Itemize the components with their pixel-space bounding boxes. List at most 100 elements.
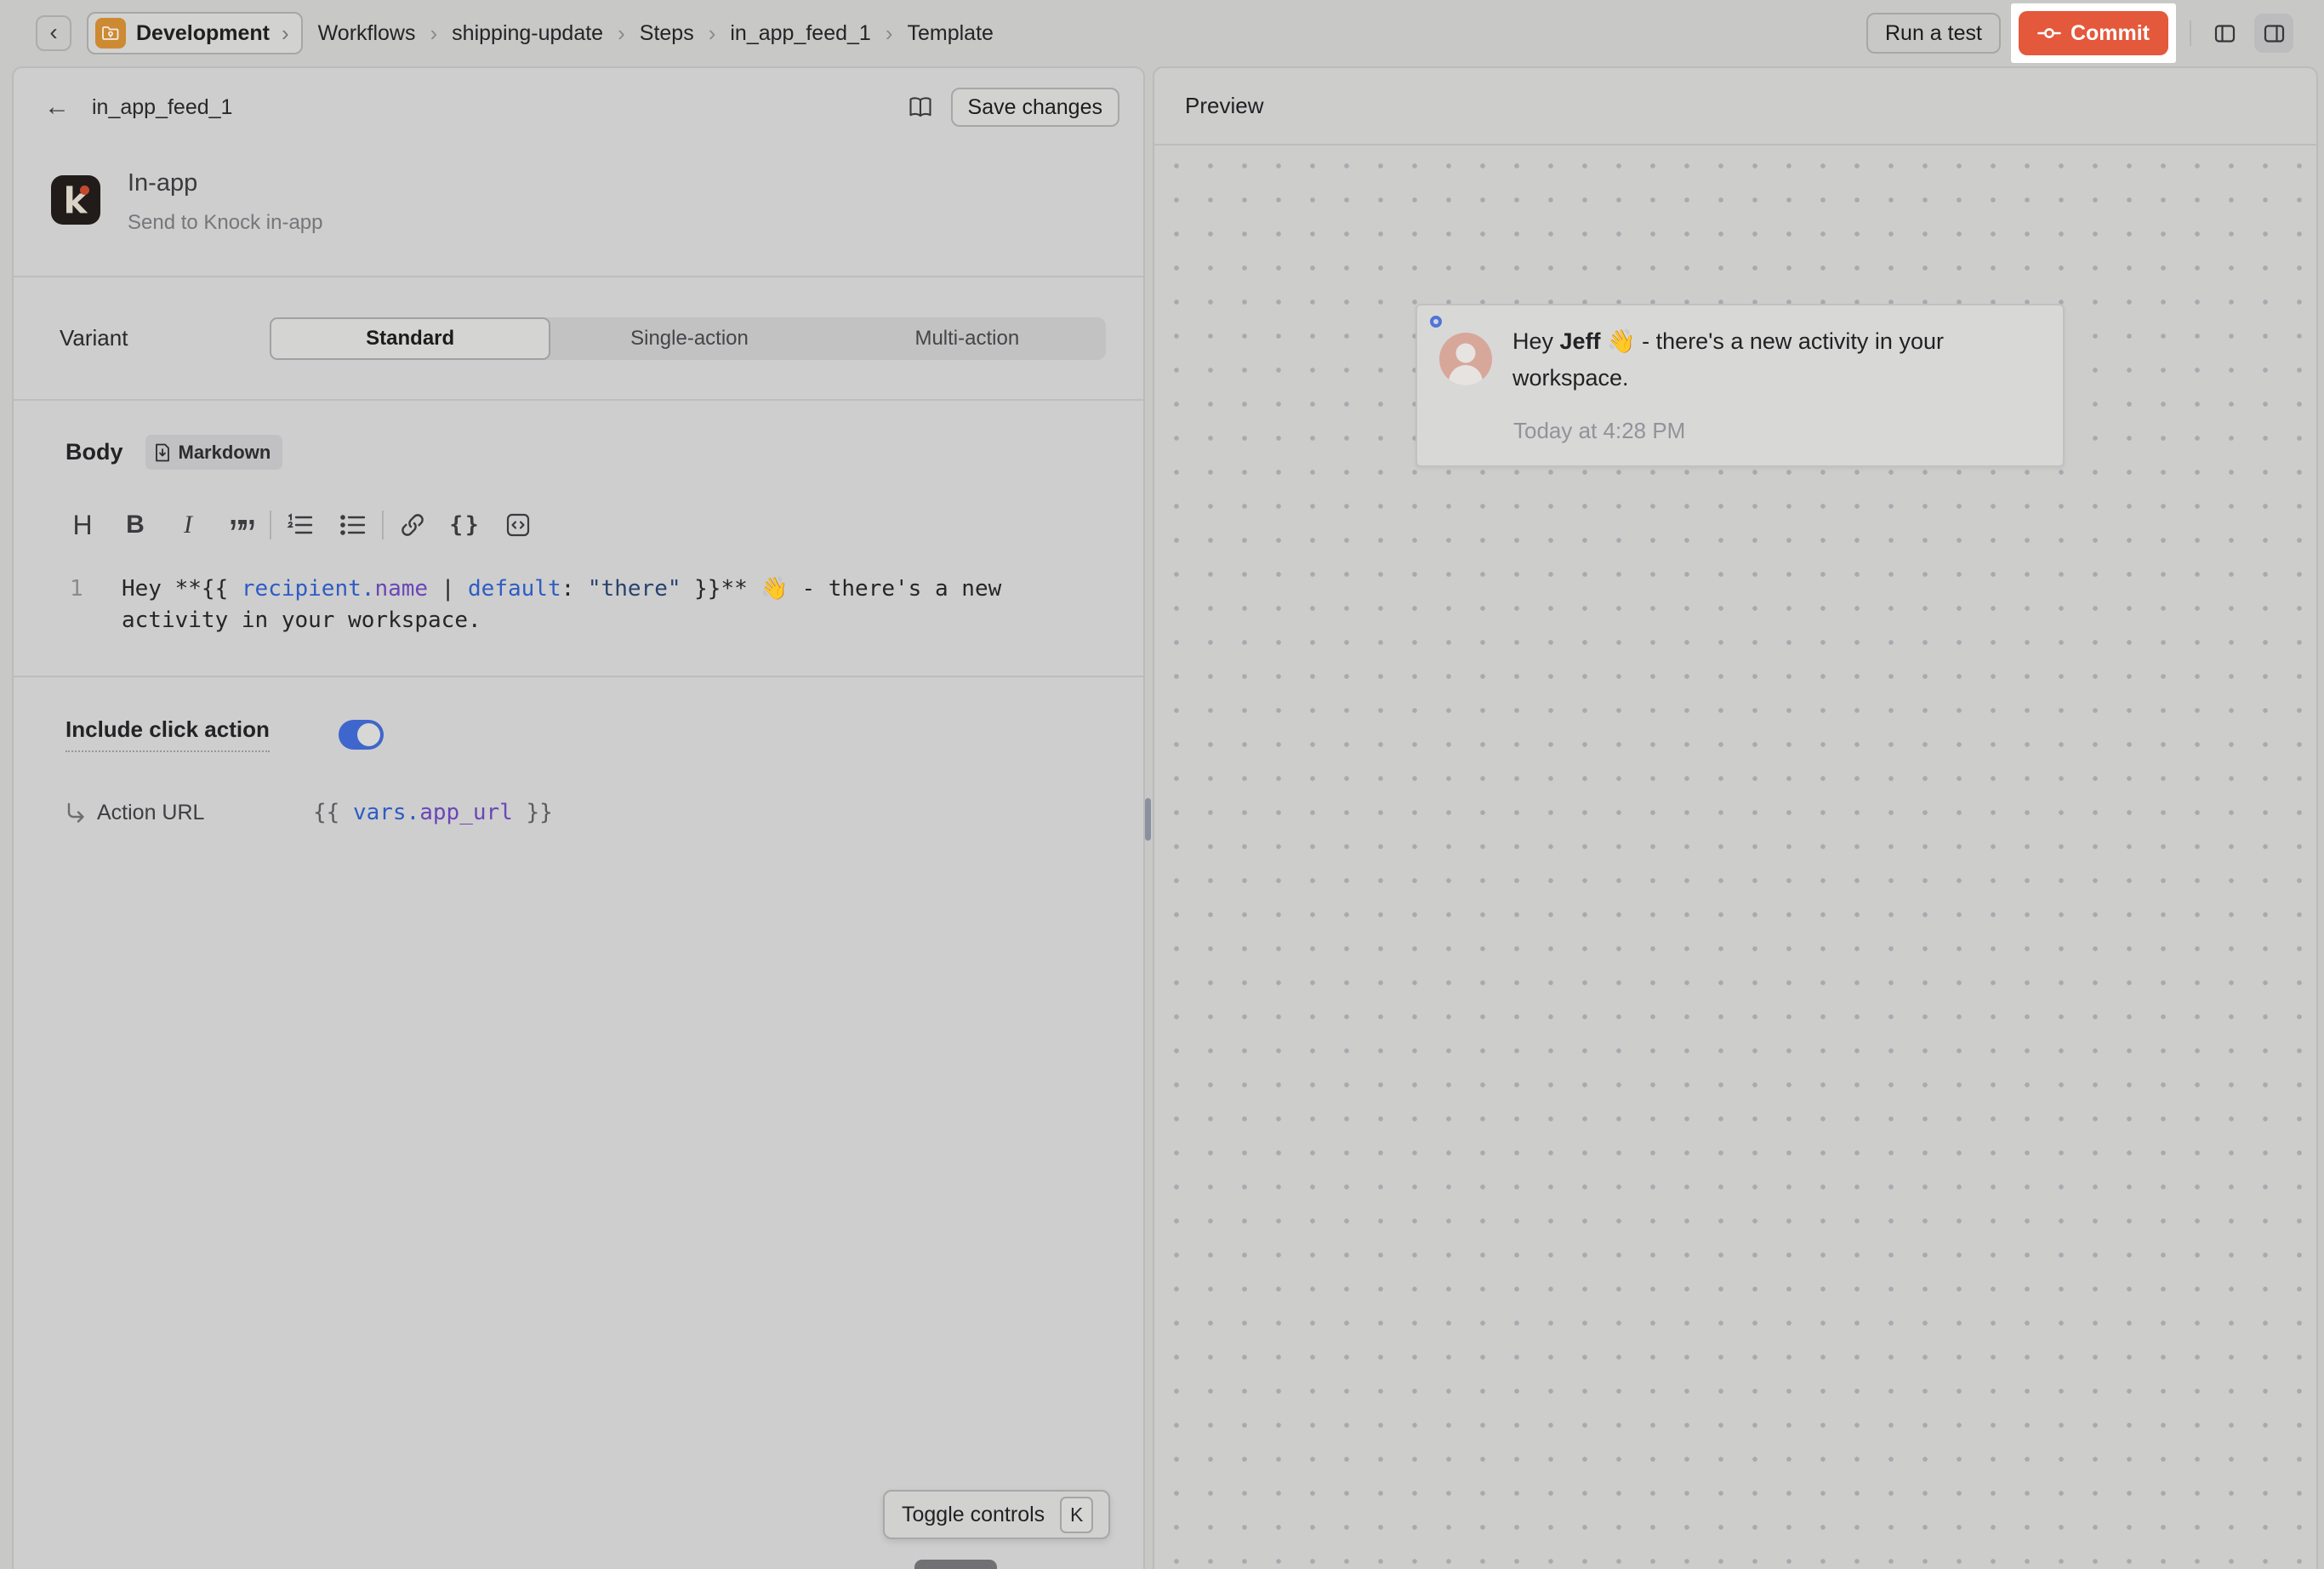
markdown-file-icon	[154, 442, 171, 463]
toolbar-divider	[2190, 20, 2191, 46]
breadcrumb-separator: ›	[886, 20, 893, 47]
variant-option-label: Multi-action	[914, 327, 1019, 351]
code-token: |	[428, 576, 468, 602]
code-token: name	[374, 576, 428, 602]
commit-label: Commit	[2071, 21, 2150, 46]
notification-message: Hey Jeff 👋 - there's a new activity in y…	[1512, 323, 2014, 397]
message-prefix: Hey	[1512, 328, 1560, 354]
corner-down-right-arrow-icon	[66, 802, 97, 824]
avatar	[1439, 333, 1492, 385]
top-bar: ‹ Development › Workflows › shipping-upd…	[0, 0, 2324, 66]
channel-title: In-app	[128, 169, 323, 197]
layout-right-panel-icon	[2263, 22, 2286, 45]
breadcrumb-separator: ›	[430, 20, 438, 47]
unread-indicator	[1430, 316, 1442, 328]
run-a-test-button[interactable]: Run a test	[1866, 13, 2001, 54]
variant-label: Variant	[60, 325, 270, 351]
action-url-value[interactable]: {{ vars.app_url }}	[313, 800, 553, 825]
breadcrumb-template[interactable]: Template	[908, 21, 994, 46]
bottom-tooltip-partial	[914, 1560, 997, 1569]
body-editor-section: Body Markdown H B I ””	[14, 401, 1143, 676]
variable-braces-icon[interactable]: {}	[439, 507, 492, 543]
breadcrumb: Workflows › shipping-update › Steps › in…	[318, 20, 994, 47]
commit-icon	[2037, 26, 2061, 40]
link-icon[interactable]	[386, 507, 439, 543]
code-block-icon[interactable]	[492, 507, 544, 543]
italic-icon[interactable]: I	[162, 507, 214, 543]
body-label: Body	[66, 439, 123, 465]
variant-option-label: Single-action	[630, 327, 749, 351]
chevron-right-icon: ›	[280, 20, 291, 47]
toggle-controls-button[interactable]: Toggle controls K	[883, 1490, 1110, 1539]
back-arrow-icon[interactable]: ←	[44, 94, 70, 120]
save-changes-label: Save changes	[968, 95, 1102, 120]
ordered-list-icon[interactable]	[274, 507, 327, 543]
preview-header: Preview	[1154, 68, 2316, 145]
notification-timestamp: Today at 4:28 PM	[1513, 418, 1685, 444]
variant-option-label: Standard	[366, 327, 454, 351]
editor-panel-header: ← in_app_feed_1 Save changes	[14, 68, 1143, 146]
knock-template-editor-window: { "topbar": { "back_icon": "‹", "environ…	[0, 0, 2324, 1569]
preview-title: Preview	[1185, 93, 1263, 119]
breadcrumb-workflow-name[interactable]: shipping-update	[452, 21, 603, 46]
breadcrumb-step-name[interactable]: in_app_feed_1	[730, 21, 870, 46]
body-code-editor[interactable]: 1 Hey **{{ recipient.name | default: "th…	[14, 573, 1143, 636]
heading-icon[interactable]: H	[56, 507, 109, 543]
toggle-right-panel-button[interactable]	[2254, 14, 2293, 53]
panel-resize-handle[interactable]	[1145, 798, 1151, 841]
bold-icon[interactable]: B	[109, 507, 162, 543]
blockquote-icon[interactable]: ””	[214, 507, 267, 543]
variant-option-multi-action[interactable]: Multi-action	[829, 317, 1106, 360]
toggle-controls-label: Toggle controls	[902, 1503, 1045, 1527]
action-url-row: Action URL {{ vars.app_url }}	[66, 800, 1143, 825]
variant-segmented-control: Standard Single-action Multi-action	[270, 317, 1106, 360]
toolbar-divider	[382, 511, 384, 539]
step-name: in_app_feed_1	[92, 95, 232, 120]
toggle-knob	[357, 723, 380, 746]
formatting-toolbar: H B I ””	[56, 507, 1143, 543]
breadcrumb-steps[interactable]: Steps	[640, 21, 694, 46]
person-icon	[1439, 333, 1492, 385]
back-button[interactable]: ‹	[36, 15, 71, 51]
channel-info: k In-app Send to Knock in-app	[14, 146, 1143, 276]
layout-left-panel-icon	[2213, 22, 2236, 45]
preview-panel: Preview Hey Jeff 👋 - there's a new activ…	[1153, 66, 2318, 1569]
chevron-left-icon: ‹	[49, 20, 57, 44]
toolbar-divider	[270, 511, 271, 539]
breadcrumb-separator: ›	[618, 20, 625, 47]
knock-logo-dot	[80, 185, 89, 195]
markdown-format-badge[interactable]: Markdown	[145, 435, 283, 470]
code-line: Hey **{{ recipient.name | default: "ther…	[122, 573, 1121, 636]
click-action-section: Include click action Action URL {{ vars.…	[14, 677, 1143, 825]
markdown-badge-label: Markdown	[179, 442, 271, 464]
breadcrumb-workflows[interactable]: Workflows	[318, 21, 416, 46]
code-token: recipient.	[242, 576, 375, 602]
top-bar-actions: Run a test Commit	[1866, 3, 2293, 63]
environment-name: Development	[136, 21, 270, 46]
environment-selector[interactable]: Development ›	[87, 12, 303, 54]
commit-button-highlight: Commit	[2011, 3, 2176, 63]
knock-logo: k	[51, 175, 100, 225]
variant-option-standard[interactable]: Standard	[270, 317, 550, 360]
action-url-label: Action URL	[97, 801, 313, 825]
unordered-list-icon[interactable]	[327, 507, 379, 543]
variant-row: Variant Standard Single-action Multi-act…	[14, 277, 1143, 399]
commit-button[interactable]: Commit	[2019, 11, 2168, 55]
include-click-action-label: Include click action	[66, 716, 270, 752]
save-changes-button[interactable]: Save changes	[951, 88, 1119, 127]
include-click-action-toggle[interactable]	[339, 720, 384, 750]
template-editor-panel: ← in_app_feed_1 Save changes k In-app Se…	[12, 66, 1145, 1569]
line-number: 1	[70, 573, 122, 636]
variant-option-single-action[interactable]: Single-action	[550, 317, 828, 360]
code-token: default	[468, 576, 561, 602]
keyboard-shortcut-badge: K	[1060, 1497, 1093, 1533]
channel-subtitle: Send to Knock in-app	[128, 211, 323, 235]
docs-book-icon[interactable]	[907, 94, 934, 120]
code-token: app_url	[419, 800, 513, 825]
code-token: :	[561, 576, 588, 602]
code-token: }}	[513, 800, 553, 825]
breadcrumb-separator: ›	[709, 20, 716, 47]
toggle-left-panel-button[interactable]	[2205, 14, 2244, 53]
code-token: {{	[313, 800, 353, 825]
notification-preview-card[interactable]: Hey Jeff 👋 - there's a new activity in y…	[1415, 304, 2065, 467]
